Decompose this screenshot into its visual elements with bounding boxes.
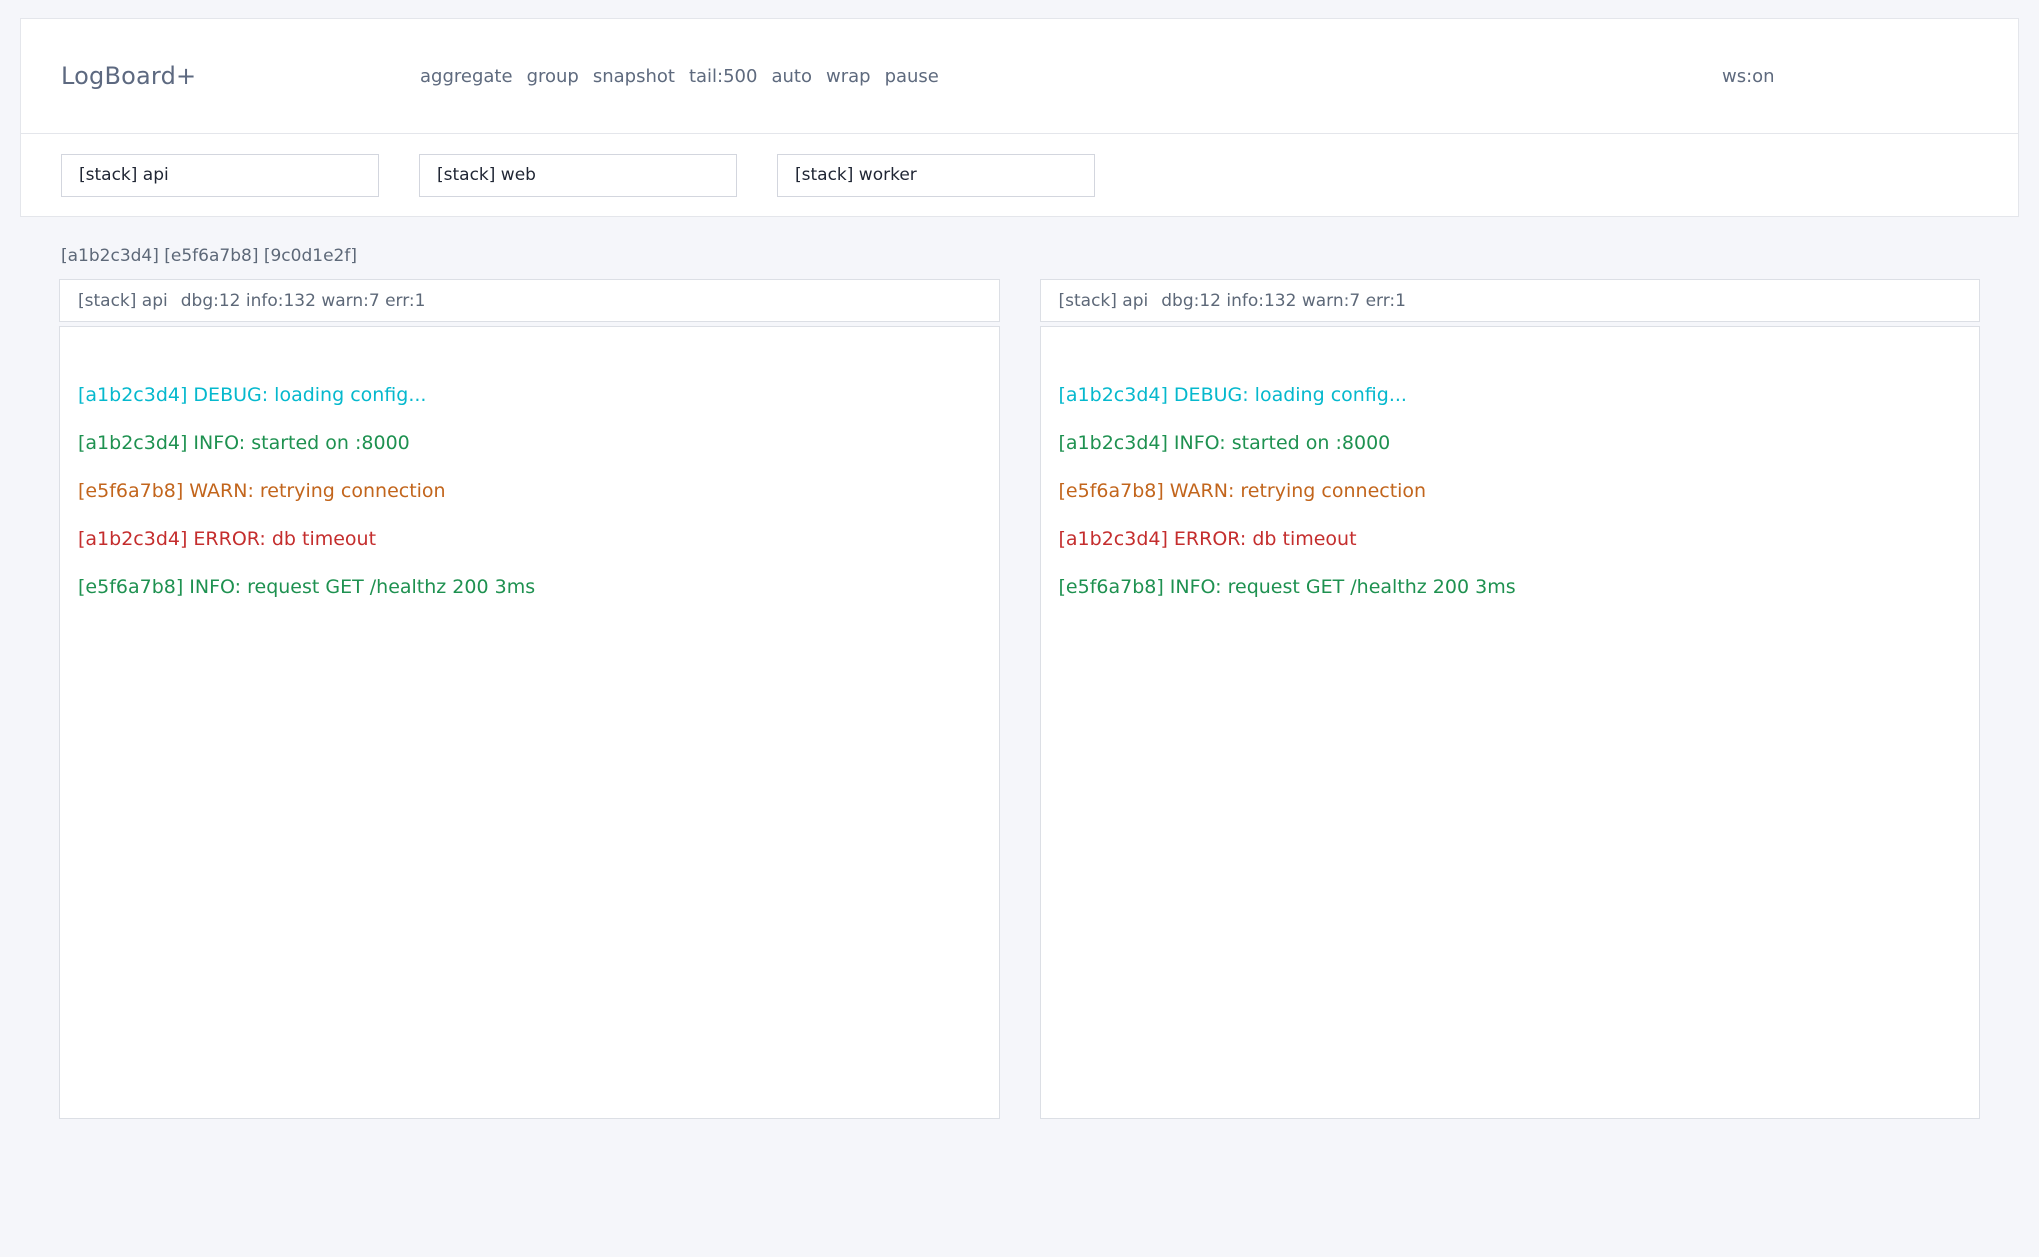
log-line: [e5f6a7b8] INFO: request GET /healthz 20… — [1059, 563, 1962, 611]
log-line: [a1b2c3d4] DEBUG: loading config... — [78, 371, 981, 419]
toolbar-item-pause[interactable]: pause — [885, 66, 939, 87]
log-viewport[interactable]: [a1b2c3d4] DEBUG: loading config... [a1b… — [59, 326, 1000, 1119]
pane-header: [stack] api dbg:12 info:132 warn:7 err:1 — [59, 279, 1000, 322]
log-line: [a1b2c3d4] INFO: started on :8000 — [78, 419, 981, 467]
toolbar-item-tail[interactable]: tail:500 — [689, 66, 758, 87]
toolbar-item-group[interactable]: group — [527, 66, 579, 87]
log-viewport[interactable]: [a1b2c3d4] DEBUG: loading config... [a1b… — [1040, 326, 1981, 1119]
toolbar-item-auto[interactable]: auto — [771, 66, 812, 87]
filter-bar — [20, 133, 2019, 217]
toolbar-item-aggregate[interactable]: aggregate — [420, 66, 513, 87]
stack-filter-input-web[interactable] — [419, 154, 737, 197]
log-line: [a1b2c3d4] INFO: started on :8000 — [1059, 419, 1962, 467]
trace-id-breadcrumb: [a1b2c3d4] [e5f6a7b8] [9c0d1e2f] — [61, 245, 1978, 267]
toolbar-item-snapshot[interactable]: snapshot — [593, 66, 675, 87]
log-line: [a1b2c3d4] ERROR: db timeout — [1059, 515, 1962, 563]
pane-stack-label: [stack] api — [78, 291, 168, 311]
pane-header: [stack] api dbg:12 info:132 warn:7 err:1 — [1040, 279, 1981, 322]
header-bar: LogBoard+ aggregate group snapshot tail:… — [20, 18, 2019, 134]
pane-level-counts: dbg:12 info:132 warn:7 err:1 — [181, 291, 426, 311]
log-panes: [stack] api dbg:12 info:132 warn:7 err:1… — [59, 279, 1980, 1119]
stack-filter-input-worker[interactable] — [777, 154, 1095, 197]
log-pane-right: [stack] api dbg:12 info:132 warn:7 err:1… — [1040, 279, 1981, 1119]
pane-level-counts: dbg:12 info:132 warn:7 err:1 — [1161, 291, 1406, 311]
main-content: [a1b2c3d4] [e5f6a7b8] [9c0d1e2f] [stack]… — [59, 245, 1980, 1119]
log-line: [e5f6a7b8] WARN: retrying connection — [78, 467, 981, 515]
log-pane-left: [stack] api dbg:12 info:132 warn:7 err:1… — [59, 279, 1000, 1119]
toolbar-item-wrap[interactable]: wrap — [826, 66, 871, 87]
log-line: [a1b2c3d4] DEBUG: loading config... — [1059, 371, 1962, 419]
toolbar: aggregate group snapshot tail:500 auto w… — [420, 66, 1722, 87]
ws-status-indicator: ws:on — [1722, 66, 1978, 87]
stack-filter-input-api[interactable] — [61, 154, 379, 197]
pane-stack-label: [stack] api — [1059, 291, 1149, 311]
log-line: [e5f6a7b8] WARN: retrying connection — [1059, 467, 1962, 515]
log-line: [e5f6a7b8] INFO: request GET /healthz 20… — [78, 563, 981, 611]
log-line: [a1b2c3d4] ERROR: db timeout — [78, 515, 981, 563]
app-title: LogBoard+ — [61, 62, 420, 90]
